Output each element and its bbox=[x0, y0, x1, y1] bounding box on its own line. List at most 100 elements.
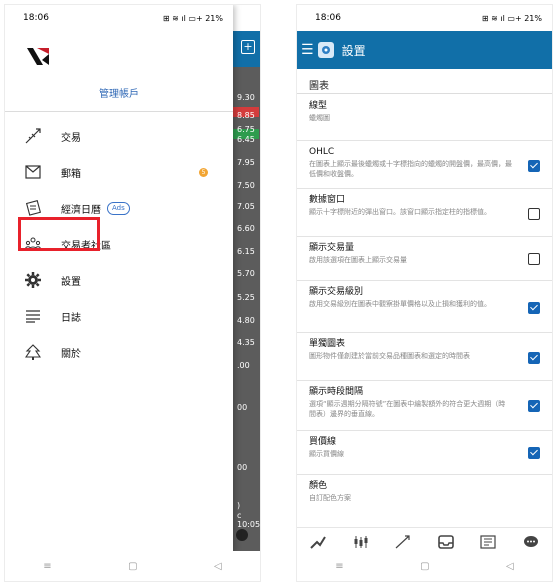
home-button[interactable]: ▢ bbox=[420, 561, 429, 572]
setting-title: 顯示時段間隔 bbox=[309, 387, 364, 397]
section-heading: 圖表 bbox=[309, 81, 329, 92]
back-button[interactable]: ◁ bbox=[506, 561, 514, 572]
quote-value: 7.95 bbox=[237, 158, 255, 167]
setting-show-volume[interactable]: 顯示交易量 啟用該選項在圖表上顯示交易量 bbox=[297, 237, 552, 281]
manage-account-link[interactable]: 管理帳戶 bbox=[5, 85, 233, 100]
menu-label: 經濟日曆 bbox=[61, 204, 101, 216]
menu-icon[interactable]: ☰ bbox=[301, 42, 314, 58]
quote-value: 6.60 bbox=[237, 224, 255, 233]
setting-title: 顯示交易級別 bbox=[309, 287, 364, 297]
quote-value: ) bbox=[237, 501, 241, 510]
unread-badge: 5 bbox=[199, 167, 208, 177]
calendar-icon bbox=[25, 200, 41, 216]
setting-colors[interactable]: 顏色 自訂配色方案 bbox=[297, 475, 552, 515]
status-indicators: ⊞ ≋ ıl ▭+ 21% bbox=[162, 13, 223, 23]
trade-icon bbox=[25, 128, 41, 144]
left-screen: + 9.30 8.85 6.75 6.45 7.95 7.50 7.05 6.60 6.15 5.… bbox=[4, 4, 261, 582]
status-indicators: ⊞ ≋ ıl ▭+ 21% bbox=[481, 13, 542, 23]
setting-data-window[interactable]: 數據窗口 顯示十字標附近的彈出窗口。該窗口顯示指定柱的指標值。 bbox=[297, 189, 552, 237]
quote-value: 6.15 bbox=[237, 247, 255, 256]
menu-label: 交易 bbox=[61, 132, 81, 144]
data-window-checkbox[interactable] bbox=[528, 208, 540, 220]
setting-desc: 在圖表上顯示最後蠟燭或十字標指向的蠟燭的開盤價，最高價，最低價和收盤價。 bbox=[309, 160, 512, 178]
menu-item-journal[interactable]: 日誌 bbox=[5, 298, 233, 334]
inbox-icon[interactable] bbox=[437, 534, 455, 550]
quote-value: 00 bbox=[237, 403, 248, 412]
menu-item-about[interactable]: 關於 bbox=[5, 334, 233, 370]
quote-value: 00 bbox=[237, 463, 248, 472]
quote-value: 6.45 bbox=[237, 135, 255, 144]
recent-apps-button[interactable]: ≡ bbox=[43, 561, 51, 572]
setting-title: 數據窗口 bbox=[309, 195, 346, 205]
setting-desc: 蠟燭圖 bbox=[309, 114, 330, 122]
recent-apps-button[interactable]: ≡ bbox=[335, 561, 343, 572]
floating-button[interactable] bbox=[236, 529, 248, 541]
setting-title: 買價線 bbox=[309, 437, 337, 447]
menu-label: 設置 bbox=[61, 276, 81, 288]
mail-icon bbox=[25, 164, 41, 180]
quote-value: 4.35 bbox=[237, 338, 255, 347]
about-icon bbox=[25, 344, 41, 360]
setting-desc: 自訂配色方案 bbox=[309, 494, 351, 502]
setting-trade-levels[interactable]: 顯示交易級別 啟用交易級別在圖表中觀察掛單價格以及止損和獲利的值。 bbox=[297, 281, 552, 333]
show-volume-checkbox[interactable] bbox=[528, 253, 540, 265]
ohlc-checkbox[interactable] bbox=[528, 160, 540, 172]
quote-value: 7.05 bbox=[237, 202, 255, 211]
divider bbox=[5, 111, 233, 112]
page-title: 設置 bbox=[341, 43, 366, 58]
chart-tool-icon[interactable] bbox=[309, 534, 327, 550]
quote-value: 5.25 bbox=[237, 293, 255, 302]
quote-value: 8.85 bbox=[237, 111, 255, 120]
trade-icon[interactable] bbox=[394, 534, 412, 550]
back-button[interactable]: ◁ bbox=[214, 561, 222, 572]
navigation-drawer: 18:06 ⊞ ≋ ıl ▭+ 21% 管理帳戶 交易 郵箱 5 經濟日曆 Ad… bbox=[5, 5, 233, 553]
indicators-icon[interactable] bbox=[352, 534, 370, 550]
setting-ohlc[interactable]: OHLC 在圖表上顯示最後蠟燭或十字標指向的蠟燭的開盤價，最高價，最低價和收盤價… bbox=[297, 141, 552, 189]
period-separators-checkbox[interactable] bbox=[528, 400, 540, 412]
status-bar: 18:06 ⊞ ≋ ıl ▭+ 21% bbox=[5, 5, 233, 31]
background-quotes-screen: + 9.30 8.85 6.75 6.45 7.95 7.50 7.05 6.60 6.15 5.… bbox=[233, 31, 260, 553]
divider bbox=[297, 93, 552, 94]
quote-value: 6.75 bbox=[237, 125, 255, 134]
setting-title: 線型 bbox=[309, 101, 328, 111]
setting-desc: 顯示買價線 bbox=[309, 450, 344, 458]
setting-desc: 啟用該選項在圖表上顯示交易量 bbox=[309, 256, 407, 264]
setting-ask-line[interactable]: 買價線 顯示買價線 bbox=[297, 431, 552, 475]
status-bar: 18:06 ⊞ ≋ ıl ▭+ 21% bbox=[297, 5, 552, 31]
quote-value: 5.70 bbox=[237, 269, 255, 278]
setting-desc: 圖形物件僅創建於當前交易品種圖表和選定的時間表 bbox=[309, 352, 470, 360]
setting-desc: 啟用交易級別在圖表中觀察掛單價格以及止損和獲利的值。 bbox=[309, 300, 491, 308]
menu-item-mailbox[interactable]: 郵箱 5 bbox=[5, 154, 233, 190]
status-time: 18:06 bbox=[315, 13, 341, 23]
settings-app-icon bbox=[317, 42, 334, 58]
settings-list: 線型 蠟燭圖 OHLC 在圖表上顯示最後蠟燭或十字標指向的蠟燭的開盤價，最高價，… bbox=[297, 95, 552, 515]
home-button[interactable]: ▢ bbox=[128, 561, 137, 572]
chat-icon[interactable] bbox=[522, 534, 540, 550]
menu-item-settings[interactable]: 設置 bbox=[5, 262, 233, 298]
gear-icon bbox=[25, 272, 41, 288]
system-nav-bar: ≡ ▢ ◁ bbox=[297, 551, 552, 581]
app-bar: ☰ 設置 bbox=[297, 31, 552, 69]
trade-levels-checkbox[interactable] bbox=[528, 302, 540, 314]
setting-separate-chart[interactable]: 單獨圖表 圖形物件僅創建於當前交易品種圖表和選定的時間表 bbox=[297, 333, 552, 381]
separate-chart-checkbox[interactable] bbox=[528, 352, 540, 364]
system-nav-bar: ≡ ▢ ◁ bbox=[5, 551, 260, 581]
setting-period-separators[interactable]: 顯示時段間隔 選項“顯示週期分隔符號”在圖表中繪製額外的符合更大週期（時間表）邊… bbox=[297, 381, 552, 431]
app-logo bbox=[27, 48, 49, 65]
add-icon: + bbox=[241, 40, 255, 54]
status-time: 18:06 bbox=[23, 13, 49, 23]
quote-value: 7.50 bbox=[237, 181, 255, 190]
quote-value: 9.30 bbox=[237, 93, 255, 102]
right-screen: 18:06 ⊞ ≋ ıl ▭+ 21% ☰ 設置 圖表 線型 蠟燭圖 OHLC … bbox=[296, 4, 553, 582]
setting-title: 單獨圖表 bbox=[309, 339, 346, 349]
ask-line-checkbox[interactable] bbox=[528, 447, 540, 459]
setting-title: 顏色 bbox=[309, 481, 328, 491]
menu-label: 關於 bbox=[61, 348, 81, 360]
menu-item-trade[interactable]: 交易 bbox=[5, 118, 233, 154]
news-icon[interactable] bbox=[479, 534, 497, 550]
setting-title: 顯示交易量 bbox=[309, 243, 355, 253]
journal-icon bbox=[25, 308, 41, 324]
menu-label: 日誌 bbox=[61, 312, 81, 324]
menu-label: 郵箱 bbox=[61, 168, 81, 180]
setting-line-type[interactable]: 線型 蠟燭圖 bbox=[297, 95, 552, 141]
